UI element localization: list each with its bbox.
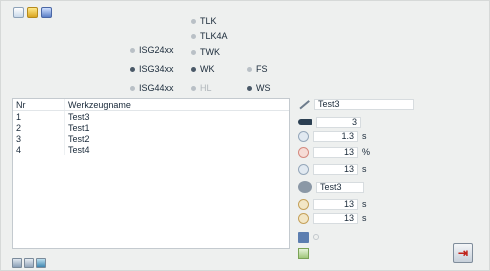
option-label: FS <box>256 64 268 74</box>
property-field[interactable]: 13 <box>313 212 358 224</box>
table-header: Nr Werkzeugname <box>13 99 289 111</box>
property-row-check <box>298 247 309 259</box>
property-row-extra <box>298 231 319 243</box>
radio-dot-icon[interactable] <box>247 66 252 72</box>
radio-dot-icon[interactable] <box>191 18 196 24</box>
tool-field[interactable]: Test3 <box>316 181 364 193</box>
option-label: ISG34xx <box>139 64 174 74</box>
radio-dot-icon[interactable] <box>191 33 196 39</box>
cell-nr: 3 <box>13 133 65 144</box>
table-row[interactable]: 3 Test2 <box>13 133 289 144</box>
hose-icon <box>298 119 312 125</box>
option-fs[interactable]: FS <box>247 64 268 74</box>
property-field[interactable]: 13 <box>313 163 358 175</box>
property-tool: Test3 <box>298 181 364 193</box>
clock-icon <box>298 130 309 142</box>
property-field[interactable]: 13 <box>313 198 358 210</box>
radio-dot-icon[interactable] <box>247 85 252 91</box>
property-tool-name: Test3 <box>298 98 414 110</box>
radio-dot-icon[interactable] <box>191 49 196 55</box>
pencil-icon <box>298 98 310 110</box>
option-label: TLK4A <box>200 31 228 41</box>
property-field[interactable]: 1.3 <box>313 130 358 142</box>
option-label: ISG44xx <box>139 83 174 93</box>
property-row-3: 13 % <box>298 146 370 158</box>
toolbar <box>13 7 52 18</box>
cell-name: Test2 <box>68 133 90 144</box>
tool-name-field[interactable]: Test3 <box>314 98 414 110</box>
exit-door-icon: ⇥ <box>457 246 469 260</box>
option-label: HL <box>200 83 212 93</box>
option-label: WS <box>256 83 271 93</box>
property-field[interactable]: 3 <box>316 116 361 128</box>
gauge-icon <box>298 163 309 175</box>
radio-dot-icon[interactable] <box>191 66 196 72</box>
property-row-5: 13 s <box>298 198 370 210</box>
option-label: TWK <box>200 47 220 57</box>
radio-dot-icon[interactable] <box>130 47 135 53</box>
column-header-nr[interactable]: Nr <box>13 99 65 110</box>
cell-nr: 4 <box>13 144 65 155</box>
new-document-icon[interactable] <box>13 7 24 18</box>
tool-table[interactable]: Nr Werkzeugname 1 Test3 2 Test1 3 Test2 … <box>12 98 290 249</box>
timer-icon <box>298 212 309 224</box>
unit-label: % <box>362 147 371 157</box>
option-hl: HL <box>191 83 212 93</box>
unit-label: s <box>362 164 367 174</box>
edit-icon[interactable] <box>24 258 34 268</box>
property-row-6: 13 s <box>298 212 370 224</box>
option-wk[interactable]: WK <box>191 64 215 74</box>
option-label: TLK <box>200 16 217 26</box>
delete-icon[interactable] <box>36 258 46 268</box>
table-actions <box>12 258 46 268</box>
table-row[interactable]: 2 Test1 <box>13 122 289 133</box>
timer-icon <box>298 198 309 210</box>
open-folder-icon[interactable] <box>27 7 38 18</box>
cell-name: Test3 <box>68 111 90 122</box>
option-label: WK <box>200 64 215 74</box>
property-row-4: 13 s <box>298 163 370 175</box>
cell-name: Test1 <box>68 122 90 133</box>
table-row[interactable]: 1 Test3 <box>13 111 289 122</box>
option-isg24xx[interactable]: ISG24xx <box>130 45 174 55</box>
option-ws[interactable]: WS <box>247 83 271 93</box>
option-isg34xx[interactable]: ISG34xx <box>130 64 174 74</box>
option-tlk[interactable]: TLK <box>191 16 217 26</box>
checkmark-icon[interactable] <box>298 247 309 259</box>
cell-nr: 1 <box>13 111 65 122</box>
column-header-name[interactable]: Werkzeugname <box>65 100 131 110</box>
option-label: ISG24xx <box>139 45 174 55</box>
add-icon[interactable] <box>12 258 22 268</box>
radio-dot-icon[interactable] <box>130 66 135 72</box>
calculator-icon[interactable] <box>298 231 309 243</box>
property-row-1: 3 <box>298 116 361 128</box>
unit-label: s <box>362 199 367 209</box>
table-row[interactable]: 4 Test4 <box>13 144 289 155</box>
radio-dot-icon[interactable] <box>130 85 135 91</box>
exit-button[interactable]: ⇥ <box>453 243 473 263</box>
option-twk[interactable]: TWK <box>191 47 220 57</box>
option-tlk4a[interactable]: TLK4A <box>191 31 228 41</box>
tool-icon <box>298 181 312 193</box>
unit-label: s <box>362 213 367 223</box>
flame-icon <box>298 146 309 158</box>
cell-name: Test4 <box>68 144 90 155</box>
save-disk-icon[interactable] <box>41 7 52 18</box>
cell-nr: 2 <box>13 122 65 133</box>
small-dot-icon <box>313 234 319 240</box>
app-window: ISG24xx ISG34xx ISG44xx TLK TLK4A TWK WK… <box>0 0 490 271</box>
option-isg44xx[interactable]: ISG44xx <box>130 83 174 93</box>
property-field[interactable]: 13 <box>313 146 358 158</box>
radio-dot-icon <box>191 85 196 91</box>
unit-label: s <box>362 131 367 141</box>
property-row-2: 1.3 s <box>298 130 370 142</box>
